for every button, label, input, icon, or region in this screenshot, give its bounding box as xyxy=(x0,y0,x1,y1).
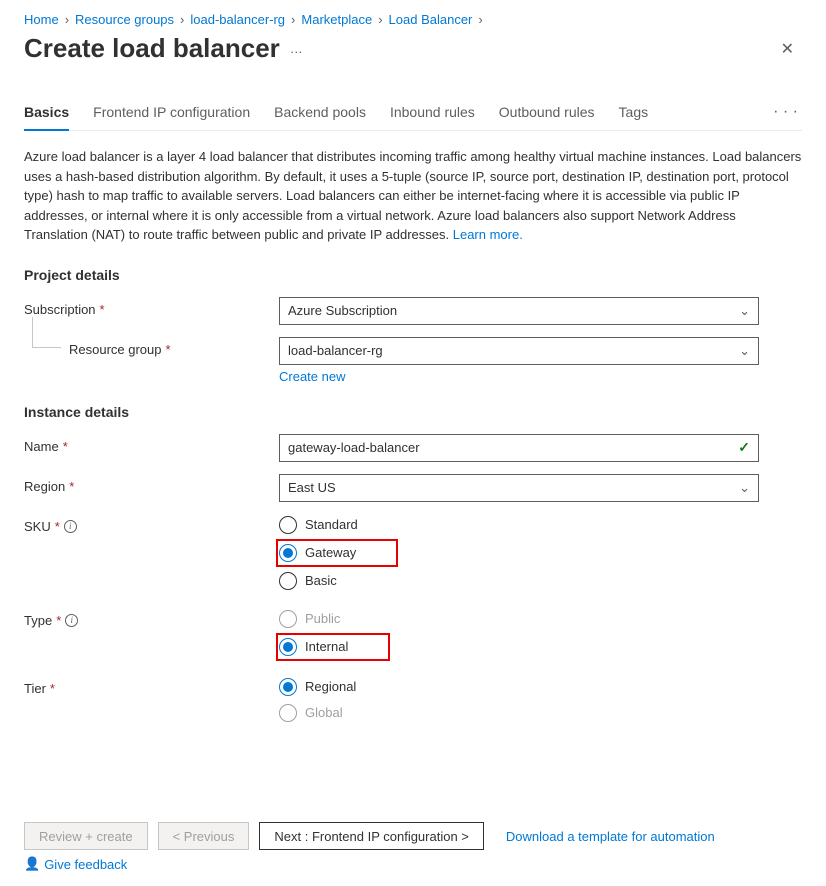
radio-label: Gateway xyxy=(305,545,356,560)
breadcrumb-item-load-balancer-rg[interactable]: load-balancer-rg xyxy=(190,12,285,27)
name-value: gateway-load-balancer xyxy=(288,440,420,455)
next-button[interactable]: Next : Frontend IP configuration > xyxy=(259,822,484,850)
tab-backend-pools[interactable]: Backend pools xyxy=(274,94,366,130)
radio-icon xyxy=(279,572,297,590)
info-icon[interactable]: i xyxy=(64,520,77,533)
tab-inbound-rules[interactable]: Inbound rules xyxy=(390,94,475,130)
radio-label: Standard xyxy=(305,517,358,532)
radio-icon xyxy=(279,516,297,534)
resource-group-label: Resource group xyxy=(69,342,162,357)
sku-option-standard[interactable]: Standard xyxy=(279,516,802,534)
info-icon[interactable]: i xyxy=(65,614,78,627)
page-title: Create load balancer xyxy=(24,33,280,64)
sku-option-basic[interactable]: Basic xyxy=(279,572,802,590)
region-label: Region xyxy=(24,479,65,494)
required-icon: * xyxy=(55,519,60,534)
radio-icon xyxy=(279,638,297,656)
person-feedback-icon: 👤 xyxy=(24,856,40,872)
instance-details-heading: Instance details xyxy=(24,404,802,420)
radio-label: Internal xyxy=(305,639,348,654)
radio-icon xyxy=(279,544,297,562)
description-text: Azure load balancer is a layer 4 load ba… xyxy=(24,147,802,245)
chevron-right-icon: › xyxy=(180,12,184,27)
download-template-link[interactable]: Download a template for automation xyxy=(506,829,715,844)
learn-more-link[interactable]: Learn more. xyxy=(453,227,523,242)
chevron-down-icon: ⌄ xyxy=(739,480,750,496)
tab-outbound-rules[interactable]: Outbound rules xyxy=(499,94,595,130)
close-button[interactable]: ✕ xyxy=(773,35,802,63)
type-label: Type xyxy=(24,613,52,628)
chevron-down-icon: ⌄ xyxy=(739,303,750,319)
chevron-right-icon: › xyxy=(65,12,69,27)
name-input[interactable]: gateway-load-balancer ✓ xyxy=(279,434,759,462)
subscription-label: Subscription xyxy=(24,302,96,317)
chevron-right-icon: › xyxy=(478,12,482,27)
tier-option-global: Global xyxy=(279,704,802,722)
sku-label: SKU xyxy=(24,519,51,534)
subscription-select[interactable]: Azure Subscription ⌄ xyxy=(279,297,759,325)
give-feedback-link[interactable]: 👤 Give feedback xyxy=(24,856,127,872)
name-row: Name * gateway-load-balancer ✓ xyxy=(24,434,802,462)
resource-group-select[interactable]: load-balancer-rg ⌄ xyxy=(279,337,759,365)
required-icon: * xyxy=(100,302,105,317)
radio-icon xyxy=(279,610,297,628)
more-icon[interactable]: … xyxy=(290,41,303,56)
name-label: Name xyxy=(24,439,59,454)
radio-icon xyxy=(279,678,297,696)
chevron-right-icon: › xyxy=(291,12,295,27)
tab-tags[interactable]: Tags xyxy=(619,94,649,130)
radio-label: Regional xyxy=(305,679,356,694)
breadcrumb-item-marketplace[interactable]: Marketplace xyxy=(301,12,372,27)
subscription-row: Subscription * Azure Subscription ⌄ xyxy=(24,297,802,325)
create-new-link[interactable]: Create new xyxy=(279,369,802,384)
project-details-heading: Project details xyxy=(24,267,802,283)
tier-option-regional[interactable]: Regional xyxy=(279,678,802,696)
sku-option-gateway[interactable]: Gateway xyxy=(279,544,356,562)
resource-group-row: Resource group * load-balancer-rg ⌄ Crea… xyxy=(24,337,802,384)
required-icon: * xyxy=(69,479,74,494)
radio-icon xyxy=(279,704,297,722)
type-option-public: Public xyxy=(279,610,802,628)
tab-frontend-ip[interactable]: Frontend IP configuration xyxy=(93,94,250,130)
previous-button[interactable]: < Previous xyxy=(158,822,250,850)
chevron-right-icon: › xyxy=(378,12,382,27)
region-select[interactable]: East US ⌄ xyxy=(279,474,759,502)
radio-label: Global xyxy=(305,705,343,720)
title-row: Create load balancer … ✕ xyxy=(24,33,802,64)
sku-radio-group: Standard Gateway Basic xyxy=(279,514,802,590)
breadcrumb-item-load-balancer[interactable]: Load Balancer xyxy=(389,12,473,27)
region-value: East US xyxy=(288,480,336,495)
tab-basics[interactable]: Basics xyxy=(24,94,69,130)
subscription-value: Azure Subscription xyxy=(288,303,397,318)
tabs: Basics Frontend IP configuration Backend… xyxy=(24,94,802,131)
required-icon: * xyxy=(50,681,55,696)
required-icon: * xyxy=(166,342,171,357)
tabs-more-icon[interactable]: · · · xyxy=(769,103,802,121)
check-icon: ✓ xyxy=(738,439,750,456)
sku-row: SKU * i Standard Gateway Basic xyxy=(24,514,802,590)
radio-label: Basic xyxy=(305,573,337,588)
breadcrumb: Home › Resource groups › load-balancer-r… xyxy=(24,12,802,27)
tier-row: Tier * Regional Global xyxy=(24,676,802,722)
required-icon: * xyxy=(63,439,68,454)
region-row: Region * East US ⌄ xyxy=(24,474,802,502)
resource-group-value: load-balancer-rg xyxy=(288,343,383,358)
radio-label: Public xyxy=(305,611,340,626)
type-option-internal[interactable]: Internal xyxy=(279,638,348,656)
tier-label: Tier xyxy=(24,681,46,696)
chevron-down-icon: ⌄ xyxy=(739,343,750,359)
type-radio-group: Public Internal xyxy=(279,608,802,658)
breadcrumb-item-resource-groups[interactable]: Resource groups xyxy=(75,12,174,27)
required-icon: * xyxy=(56,613,61,628)
footer: Review + create < Previous Next : Fronte… xyxy=(24,808,802,886)
breadcrumb-item-home[interactable]: Home xyxy=(24,12,59,27)
feedback-label: Give feedback xyxy=(44,857,127,872)
tier-radio-group: Regional Global xyxy=(279,676,802,722)
review-create-button[interactable]: Review + create xyxy=(24,822,148,850)
type-row: Type * i Public Internal xyxy=(24,608,802,658)
